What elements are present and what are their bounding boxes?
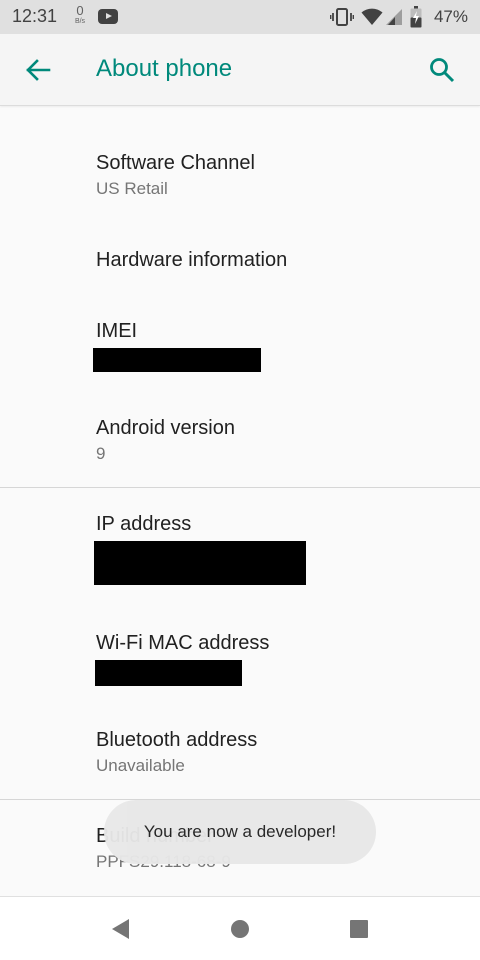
item-title: IMEI — [96, 320, 138, 342]
nav-back-button[interactable] — [98, 907, 142, 951]
developer-mode-toast: You are now a developer! — [104, 800, 376, 864]
search-button[interactable] — [420, 48, 464, 92]
section-divider — [0, 487, 480, 488]
item-title: Wi-Fi MAC address — [96, 632, 270, 654]
status-time: 12:31 — [12, 6, 58, 26]
imei-redacted-value — [93, 348, 261, 372]
item-title: Software Channel — [96, 152, 255, 174]
item-summary: US Retail — [96, 179, 168, 198]
item-title: IP address — [96, 513, 192, 535]
home-circle-icon — [231, 920, 249, 938]
battery-charging-icon — [410, 6, 422, 28]
list-item-bluetooth-address[interactable]: Bluetooth address Unavailable — [0, 727, 480, 777]
page-title: About phone — [96, 55, 233, 82]
network-speed-unit: B/s — [74, 18, 86, 25]
item-title: Hardware information — [96, 249, 288, 271]
search-icon — [430, 58, 455, 83]
list-item-wifi-mac-address[interactable]: Wi-Fi MAC address — [0, 630, 480, 686]
item-summary: 9 — [96, 444, 106, 463]
back-triangle-icon — [112, 919, 129, 939]
network-speed-value: 0 — [76, 3, 84, 18]
status-bar: 12:31 0 B/s 47% — [0, 0, 480, 34]
wifi-mac-redacted-value — [95, 660, 242, 686]
list-item-ip-address[interactable]: IP address — [0, 511, 480, 585]
list-item-hardware-information[interactable]: Hardware information — [0, 247, 480, 273]
arrow-back-icon — [26, 59, 51, 81]
list-item-android-version[interactable]: Android version 9 — [0, 415, 480, 465]
list-item-software-channel[interactable]: Software Channel US Retail — [0, 150, 480, 200]
cell-signal-icon — [386, 9, 402, 25]
list-item-imei[interactable]: IMEI — [0, 318, 480, 372]
vibrate-icon — [330, 8, 354, 26]
recents-square-icon — [350, 920, 368, 938]
ip-address-redacted-value — [94, 541, 306, 585]
item-title: Bluetooth address — [96, 729, 258, 751]
item-summary: Unavailable — [96, 756, 185, 775]
nav-recents-button[interactable] — [337, 907, 381, 951]
youtube-notification-icon — [98, 9, 118, 24]
battery-percent: 47% — [433, 7, 468, 26]
wifi-icon — [361, 8, 383, 25]
network-speed-indicator: 0 B/s — [72, 4, 88, 25]
app-bar: About phone — [0, 34, 480, 106]
back-button[interactable] — [16, 48, 60, 92]
nav-home-button[interactable] — [218, 907, 262, 951]
item-title: Android version — [96, 417, 235, 439]
system-navigation-bar — [0, 896, 480, 960]
